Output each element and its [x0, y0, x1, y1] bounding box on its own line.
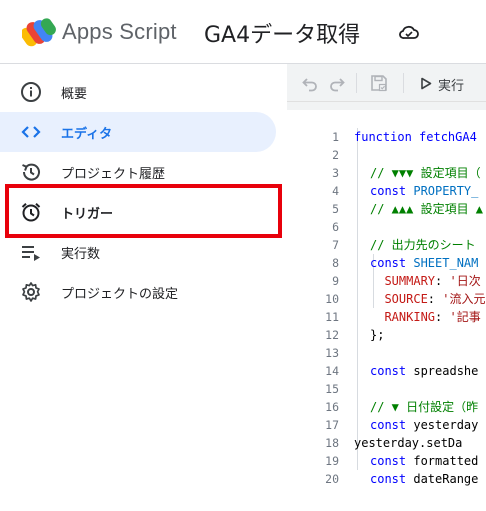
app-name[interactable]: Apps Script	[62, 19, 177, 45]
code-token: // ▼ 日付設定（昨	[370, 400, 479, 414]
sidebar-item-overview[interactable]: 概要	[0, 72, 276, 112]
code-line: };	[370, 326, 384, 344]
code-token: // 出力先のシート	[370, 238, 476, 252]
code-line: // ▼▼▼ 設定項目（	[370, 164, 481, 182]
code-line: RANKING: '記事	[370, 308, 481, 326]
line-number: 15	[325, 382, 339, 396]
line-number: 4	[332, 184, 339, 198]
line-number: 10	[325, 292, 339, 306]
apps-script-logo-icon[interactable]	[22, 17, 56, 49]
code-line: SOURCE: '流入元	[370, 290, 485, 308]
code-token: :	[427, 292, 443, 306]
cloud-saved-icon	[399, 25, 419, 39]
code-line: // 出力先のシート	[370, 236, 476, 254]
toolbar-divider	[356, 73, 357, 93]
code-brackets-icon	[21, 126, 41, 138]
code-token: '日次	[449, 274, 481, 288]
code-token: function fetchGA4	[354, 130, 477, 144]
code-token: const	[370, 184, 414, 198]
code-token: spreadshe	[413, 364, 479, 378]
code-token: yesterday	[413, 418, 479, 432]
line-number: 17	[325, 418, 339, 432]
code-token: formatted	[413, 454, 479, 468]
code-line: const spreadshe	[370, 362, 478, 380]
code-token: SUMMARY	[370, 274, 436, 288]
code-token: const	[370, 454, 414, 468]
line-number: 8	[332, 256, 339, 270]
sidebar: 概要 エディタ プロジェクト履歴 トリガー 実行数 プロジェクトの設定	[0, 64, 287, 511]
sidebar-item-project-settings[interactable]: プロジェクトの設定	[0, 272, 276, 312]
code-token: SHEET_NAM	[413, 256, 479, 270]
line-number: 5	[332, 202, 339, 216]
save-icon[interactable]	[370, 74, 388, 92]
history-icon	[22, 163, 40, 181]
gear-icon	[22, 282, 40, 302]
run-button-label: 実行	[438, 79, 465, 94]
info-icon	[21, 82, 41, 102]
line-number: 18	[325, 436, 339, 450]
line-number: 1	[332, 130, 339, 144]
code-token: :	[435, 274, 450, 288]
sidebar-item-label: エディタ	[61, 127, 113, 142]
redo-icon[interactable]	[328, 74, 346, 92]
code-token: dateRange	[413, 472, 479, 486]
line-number: 3	[332, 166, 339, 180]
sidebar-item-label: 実行数	[61, 247, 101, 262]
line-number: 14	[325, 364, 339, 378]
code-token: '記事	[449, 310, 481, 324]
line-number: 20	[325, 472, 339, 486]
code-line: SUMMARY: '日次	[370, 272, 481, 290]
code-line: // ▲▲▲ 設定項目 ▲	[370, 200, 483, 218]
sidebar-item-label: 概要	[61, 87, 88, 102]
code-token: const	[370, 418, 414, 432]
line-number: 19	[325, 454, 339, 468]
line-number: 6	[332, 220, 339, 234]
code-token: PROPERTY_	[413, 184, 479, 198]
line-number: 2	[332, 148, 339, 162]
editor-area: 実行 1 2 3 4 5 6 7 8 9 10 11 12 13 14 15 16 17 18 19 20 funct…	[287, 64, 486, 511]
code-line: function fetchGA4	[354, 128, 477, 146]
code-token: const	[370, 364, 414, 378]
code-token: // ▲▲▲ 設定項目 ▲	[370, 202, 484, 216]
code-token: yesterday.setDa	[354, 436, 463, 450]
project-title[interactable]: GA4データ取得	[204, 17, 360, 49]
code-token: RANKING	[370, 310, 436, 324]
line-number: 16	[325, 400, 339, 414]
line-number: 9	[332, 274, 339, 288]
line-number: 12	[325, 328, 339, 342]
code-token: // ▼▼▼ 設定項目（	[370, 166, 481, 180]
code-token: '流入元	[442, 292, 486, 306]
code-line: // ▼ 日付設定（昨	[370, 398, 478, 416]
code-content[interactable]: function fetchGA4 // ▼▼▼ 設定項目（ const PROPE…	[354, 110, 486, 511]
executions-list-icon	[22, 246, 40, 261]
code-token: SOURCE	[370, 292, 428, 306]
editor-toolbar: 実行	[287, 64, 486, 102]
code-line: const dateRange	[370, 470, 478, 488]
code-editor[interactable]: 1 2 3 4 5 6 7 8 9 10 11 12 13 14 15 16 17 18 19 20 function…	[287, 110, 486, 511]
code-token: };	[370, 328, 385, 342]
sidebar-item-label: プロジェクトの設定	[61, 287, 179, 302]
undo-icon[interactable]	[301, 74, 319, 92]
code-line: yesterday.setDa	[354, 434, 462, 452]
indent-guide	[357, 128, 358, 470]
line-number-gutter: 1 2 3 4 5 6 7 8 9 10 11 12 13 14 15 16 17 18 19 20	[287, 110, 339, 511]
play-icon	[421, 77, 432, 90]
app-header: Apps Script GA4データ取得	[0, 0, 486, 64]
line-number: 13	[325, 346, 339, 360]
code-line: const SHEET_NAM	[370, 254, 478, 272]
toolbar-divider	[403, 73, 404, 93]
code-line: const PROPERTY_	[370, 182, 478, 200]
code-token: const	[370, 256, 414, 270]
code-token: const	[370, 472, 414, 486]
code-token: :	[435, 310, 450, 324]
line-number: 11	[325, 310, 339, 324]
trigger-highlight-box	[5, 184, 282, 238]
code-line: const formatted	[370, 452, 478, 470]
sidebar-item-editor[interactable]: エディタ	[0, 112, 276, 152]
sidebar-item-executions[interactable]: 実行数	[0, 232, 276, 272]
code-line: const yesterday	[370, 416, 478, 434]
sidebar-item-label: プロジェクト履歴	[61, 167, 166, 182]
line-number: 7	[332, 238, 339, 252]
